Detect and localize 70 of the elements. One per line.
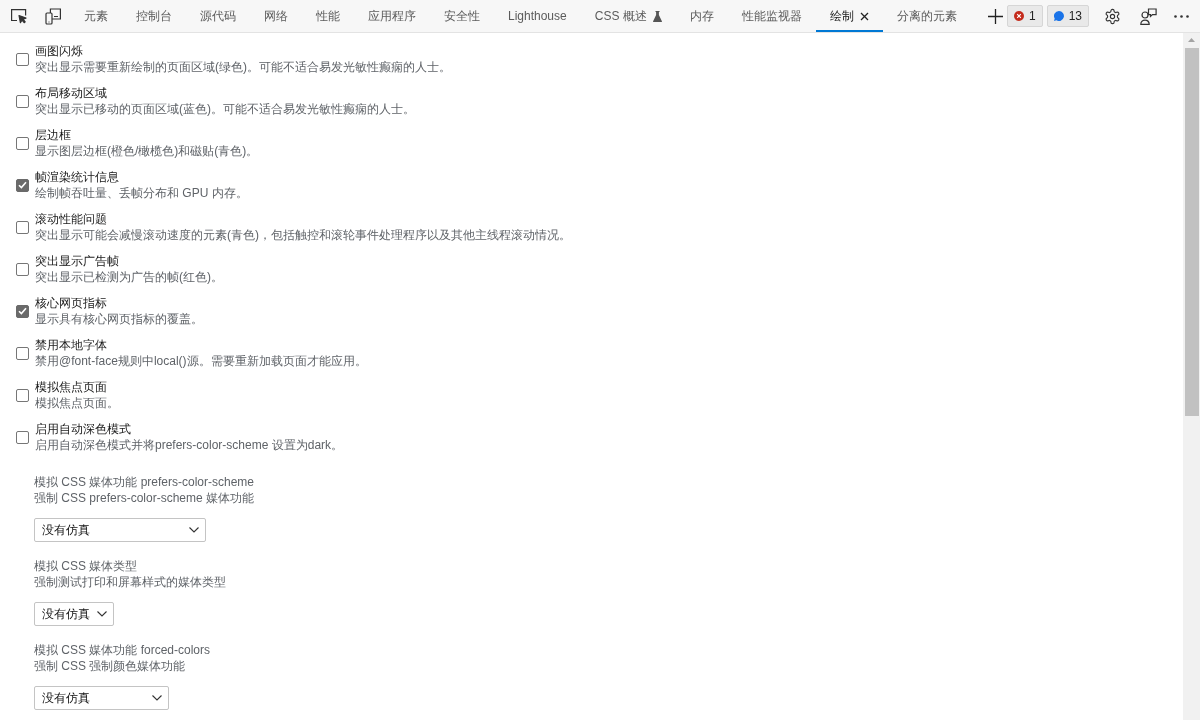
option-description: 突出显示已检测为广告的帧(红色)。 <box>35 269 223 285</box>
flask-icon <box>652 10 662 22</box>
checkbox[interactable] <box>16 52 29 66</box>
option-description: 突出显示需要重新绘制的页面区域(绿色)。可能不适合易发光敏性癫痫的人士。 <box>35 59 451 75</box>
checkbox[interactable] <box>16 220 29 234</box>
option-title: 滚动性能问题 <box>35 211 108 227</box>
person-with-chat-icon <box>1139 7 1157 25</box>
tab[interactable]: 网络 <box>250 0 302 32</box>
option-description: 绘制帧吞吐量、丢帧分布和 GPU 内存。 <box>35 185 248 201</box>
check-icon <box>18 307 27 315</box>
option-description: 禁用@font-face规则中local()源。需要重新加载页面才能应用。 <box>35 353 367 369</box>
message-count-button[interactable]: 13 <box>1046 5 1089 27</box>
plus-icon <box>988 8 1004 24</box>
checkbox[interactable] <box>16 262 29 276</box>
chevron-down-icon <box>189 527 199 533</box>
option-description: 启用自动深色模式并将prefers-color-scheme 设置为dark。 <box>35 437 344 453</box>
scrollbar-thumb[interactable] <box>1184 48 1199 416</box>
checkbox[interactable] <box>16 430 29 444</box>
dropdown[interactable]: 没有仿真 <box>34 518 206 542</box>
tab[interactable]: 控制台 <box>122 0 186 32</box>
chevron-down-icon <box>152 695 162 701</box>
checkbox[interactable] <box>16 346 29 360</box>
settings-icon <box>1103 7 1121 25</box>
option-title: 禁用本地字体 <box>35 337 108 353</box>
tab[interactable]: Lighthouse <box>494 0 581 32</box>
tab[interactable]: 安全性 <box>430 0 494 32</box>
setting-title: 模拟 CSS 媒体功能 forced-colors <box>34 642 212 658</box>
option-title: 突出显示广告帧 <box>35 253 120 269</box>
option-title: 层边框 <box>35 127 72 143</box>
tab[interactable]: 性能 <box>302 0 354 32</box>
option-title: 模拟焦点页面 <box>35 379 108 395</box>
option-description: 显示图层边框(橙色/橄榄色)和磁贴(青色)。 <box>35 143 259 159</box>
devices-icon <box>44 7 62 25</box>
option-description: 显示具有核心网页指标的覆盖。 <box>35 311 203 327</box>
error-icon <box>1013 11 1024 21</box>
tab[interactable]: 元素 <box>70 0 122 32</box>
tab[interactable]: 分离的元素 <box>882 0 971 32</box>
chat-bubble-icon <box>1053 11 1064 21</box>
option-title: 启用自动深色模式 <box>35 421 132 437</box>
checkbox[interactable] <box>16 178 29 192</box>
option-title: 帧渲染统计信息 <box>35 169 120 185</box>
close-icon[interactable] <box>859 11 869 21</box>
option-description: 突出显示已移动的页面区域(蓝色)。可能不适合易发光敏性癫痫的人士。 <box>35 101 415 117</box>
tab[interactable]: 性能监视器 <box>727 0 816 32</box>
setting-title: 模拟 CSS 媒体功能 prefers-color-scheme <box>34 474 256 490</box>
tab[interactable]: 内存 <box>675 0 728 32</box>
tab[interactable]: 应用程序 <box>354 0 430 32</box>
setting-description: 强制 CSS prefers-color-scheme 媒体功能 <box>34 490 256 506</box>
option-title: 画图闪烁 <box>35 43 84 59</box>
option-title: 布局移动区域 <box>35 85 108 101</box>
inspect-icon <box>10 8 28 24</box>
option-title: 核心网页指标 <box>35 295 108 311</box>
error-count-button[interactable]: 1 <box>1006 5 1043 27</box>
option-description: 突出显示可能会减慢滚动速度的元素(青色)，包括触控和滚轮事件处理程序以及其他主线程滚动情况。 <box>35 227 571 243</box>
setting-description: 强制测试打印和屏幕样式的媒体类型 <box>34 574 227 590</box>
tab[interactable]: 绘制 <box>815 0 883 32</box>
setting-title: 模拟 CSS 媒体类型 <box>34 558 139 574</box>
tab[interactable]: 源代码 <box>186 0 250 32</box>
check-icon <box>18 181 27 189</box>
checkbox[interactable] <box>16 136 29 150</box>
checkbox[interactable] <box>16 304 29 318</box>
setting-description: 强制 CSS 强制颜色媒体功能 <box>34 658 187 674</box>
checkbox[interactable] <box>16 94 29 108</box>
dropdown[interactable]: 没有仿真 <box>34 686 169 710</box>
tab[interactable]: CSS 概述 <box>580 0 676 32</box>
chevron-down-icon <box>97 611 107 617</box>
more-icon <box>1173 14 1189 18</box>
checkbox[interactable] <box>16 388 29 402</box>
dropdown[interactable]: 没有仿真 <box>34 602 114 626</box>
option-description: 模拟焦点页面。 <box>35 395 119 411</box>
